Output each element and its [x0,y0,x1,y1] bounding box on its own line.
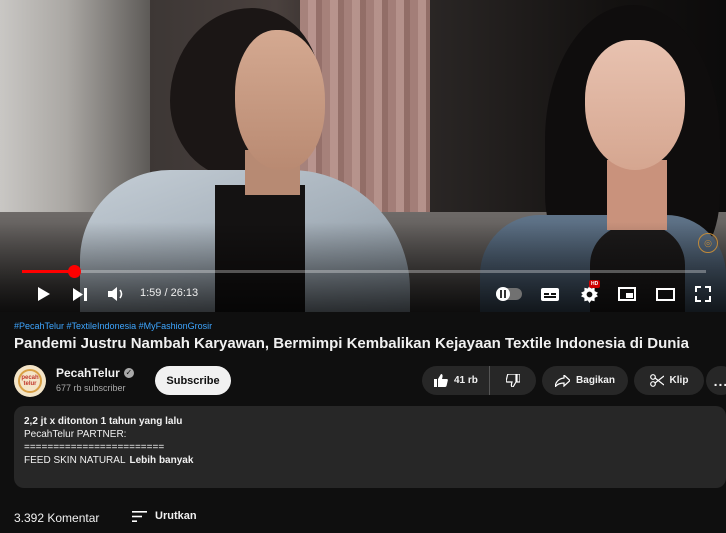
description-line: FEED SKIN NATURAL [24,455,126,466]
next-button[interactable] [70,283,90,305]
comments-header: 3.392 Komentar Urutkan [0,505,726,529]
clip-button[interactable]: Klip [634,366,704,395]
autoplay-toggle[interactable] [496,287,522,301]
volume-icon [108,287,123,301]
show-more-link[interactable]: Lebih banyak [130,455,194,466]
gear-icon [580,285,598,303]
comment-count: 3.392 Komentar [14,511,100,525]
fullscreen-icon [695,286,711,302]
fullscreen-button[interactable] [692,283,714,305]
channel-row: pecah telur PecahTelur ✓ 677 rb subscrib… [0,363,726,399]
subscriber-count: 677 rb subscriber [56,383,126,393]
play-icon [37,287,50,301]
subtitles-button[interactable] [539,283,561,305]
settings-button[interactable]: HD [578,280,601,305]
player-controls: 1:59 / 26:13 HD [0,280,726,308]
progress-bar[interactable] [22,265,706,278]
avatar-logo: pecah telur [18,369,42,393]
verified-icon: ✓ [123,368,134,378]
video-frame: ◎ [0,0,726,312]
description-last-line: FEED SKIN NATURAL Lebih banyak [24,455,726,468]
progress-scrubber[interactable] [67,265,81,278]
miniplayer-button[interactable] [616,283,638,305]
volume-button[interactable] [106,283,128,305]
like-count: 41 rb [454,375,478,386]
channel-avatar[interactable]: pecah telur [14,365,46,397]
miniplayer-icon [618,287,636,301]
subscribe-button[interactable]: Subscribe [155,366,231,395]
like-dislike-group: 41 rb [422,366,536,395]
theater-mode-button[interactable] [654,283,676,305]
more-icon: ... [713,372,726,389]
share-button[interactable]: Bagikan [542,366,628,395]
sort-icon [132,510,147,522]
description-box[interactable]: 2,2 jt x ditonton 1 tahun yang lalu Peca… [14,406,726,488]
progress-played [22,270,74,273]
view-stats: 2,2 jt x ditonton 1 tahun yang lalu [24,416,183,427]
next-icon [73,287,87,301]
sort-label: Urutkan [155,510,197,522]
channel-name: PecahTelur [56,366,120,380]
dislike-button[interactable] [490,366,536,395]
more-actions-button[interactable]: ... [706,366,726,395]
like-button[interactable]: 41 rb [422,366,490,395]
autoplay-knob [496,287,510,301]
video-title: Pandemi Justru Nambah Karyawan, Bermimpi… [14,335,689,352]
pause-icon [500,290,506,298]
clip-label: Klip [669,375,689,386]
channel-name-link[interactable]: PecahTelur ✓ [56,366,134,380]
play-button[interactable] [33,283,53,305]
channel-watermark-icon: ◎ [698,233,718,253]
share-icon [555,374,571,387]
sort-comments-button[interactable]: Urutkan [132,510,197,522]
theater-icon [655,287,675,301]
description-line: ======================== [24,442,165,453]
thumbs-down-icon [506,374,520,387]
hashtag-links[interactable]: #PecahTelur #TextileIndonesia #MyFashion… [14,321,212,331]
time-display: 1:59 / 26:13 [140,287,199,299]
thumbs-up-icon [434,374,448,387]
subtitles-icon [541,287,559,301]
description-line: PecahTelur PARTNER: [24,429,127,440]
share-label: Bagikan [576,375,615,386]
scissors-icon [649,374,664,387]
hd-badge: HD [589,280,601,288]
video-player[interactable]: ◎ 1:59 / 26:13 HD [0,0,726,312]
